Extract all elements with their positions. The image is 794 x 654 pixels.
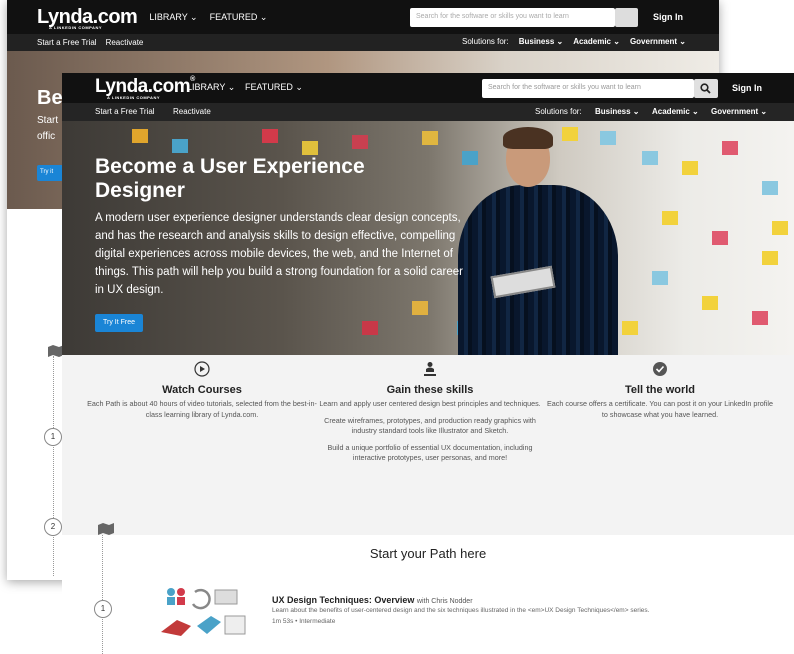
sticky-note — [622, 321, 638, 335]
feature-tell-the-world: Tell the world Each course offers a cert… — [545, 361, 775, 420]
search-button[interactable] — [694, 79, 718, 98]
back-hero-line: Start — [37, 115, 59, 126]
sticky-note — [702, 296, 718, 310]
back-hero-text: Start offic — [37, 113, 58, 145]
sticky-note — [772, 221, 788, 235]
sticky-note — [662, 211, 678, 225]
path-title: Start your Path here — [369, 546, 487, 561]
stage: Lynda.com A LINKEDIN COMPANY LIBRARY ⌄ F… — [0, 0, 794, 654]
back-nav-featured[interactable]: FEATURED ⌄ — [210, 12, 268, 23]
back-free-trial-link[interactable]: Start a Free Trial — [37, 38, 97, 47]
back-search-input[interactable]: Search for the software or skills you wa… — [410, 8, 615, 27]
sticky-note — [722, 141, 738, 155]
designer-photo-hair — [503, 127, 553, 149]
sign-in-link[interactable]: Sign In — [732, 83, 762, 93]
back-navbar: Lynda.com A LINKEDIN COMPANY LIBRARY ⌄ F… — [7, 0, 719, 34]
government-menu[interactable]: Government ⌄ — [711, 107, 767, 116]
course-thumbnail[interactable] — [157, 582, 252, 638]
back-nav-library[interactable]: LIBRARY ⌄ — [149, 12, 197, 23]
back-business-menu[interactable]: Business ⌄ — [519, 37, 564, 46]
back-academic-menu[interactable]: Academic ⌄ — [573, 37, 620, 46]
free-trial-link[interactable]: Start a Free Trial — [95, 107, 155, 116]
feature-text: Each course offers a certificate. You ca… — [546, 399, 773, 419]
back-step-2[interactable]: 2 — [44, 518, 62, 536]
sticky-note — [762, 251, 778, 265]
back-main-nav: LIBRARY ⌄ FEATURED ⌄ — [149, 12, 267, 23]
foreground-page-screenshot: Lynda.com® A LINKEDIN COMPANY LIBRARY ⌄ … — [62, 73, 794, 654]
back-solutions-nav: Solutions for: Business ⌄ Academic ⌄ Gov… — [462, 37, 686, 46]
reactivate-link[interactable]: Reactivate — [173, 107, 211, 116]
hero-banner: Become a User Experience Designer A mode… — [62, 121, 794, 355]
course-description: Learn about the benefits of user-centere… — [272, 607, 650, 614]
sticky-note — [562, 127, 578, 141]
hero-description: A modern user experience designer unders… — [95, 212, 464, 296]
logo-text: Lynda.com — [95, 76, 191, 97]
sticky-note — [652, 271, 668, 285]
sticky-note — [762, 181, 778, 195]
back-reactivate-link[interactable]: Reactivate — [106, 38, 144, 47]
feature-title: Watch Courses — [162, 384, 242, 396]
sticky-note — [642, 151, 658, 165]
path-step-1[interactable]: 1 — [94, 600, 112, 618]
business-menu[interactable]: Business ⌄ — [595, 107, 640, 116]
back-sign-in-link[interactable]: Sign In — [653, 12, 683, 22]
back-search-button[interactable] — [615, 8, 638, 27]
back-government-menu[interactable]: Government ⌄ — [630, 37, 686, 46]
back-solutions-label: Solutions for: — [462, 37, 509, 46]
sticky-note — [352, 135, 368, 149]
feature-text: Create wireframes, prototypes, and produ… — [324, 415, 536, 436]
sticky-note — [752, 311, 768, 325]
sticky-note — [682, 161, 698, 175]
sticky-note — [362, 321, 378, 335]
sticky-note — [262, 129, 278, 143]
feature-gain-skills: Gain these skills Learn and apply user c… — [315, 361, 545, 464]
back-hero-title: Be — [37, 87, 63, 109]
feature-watch-courses: Watch Courses Each Path is about 40 hour… — [87, 361, 317, 420]
navbar: Lynda.com® A LINKEDIN COMPANY LIBRARY ⌄ … — [62, 73, 794, 103]
sticky-note — [172, 139, 188, 153]
logo-tagline: A LINKEDIN COMPANY — [107, 95, 160, 100]
back-logo[interactable]: Lynda.com A LINKEDIN COMPANY — [37, 6, 138, 30]
sticky-note — [302, 141, 318, 155]
feature-title: Gain these skills — [386, 384, 474, 396]
features-section: Watch Courses Each Path is about 40 hour… — [62, 355, 794, 535]
nav-library-menu[interactable]: LIBRARY ⌄ — [187, 82, 235, 93]
sticky-note — [600, 131, 616, 145]
sticky-note — [462, 151, 478, 165]
map-icon — [98, 523, 114, 535]
sticky-note — [412, 301, 428, 315]
back-try-button[interactable]: Try it — [37, 165, 63, 181]
sticky-note — [422, 131, 438, 145]
lynda-logo[interactable]: Lynda.com® A LINKEDIN COMPANY — [95, 76, 195, 100]
hero-title: Become a User Experience Designer — [95, 155, 365, 202]
course-title[interactable]: UX Design Techniques: Overview with Chri… — [272, 595, 473, 605]
back-logo-tagline: A LINKEDIN COMPANY — [49, 24, 102, 30]
course-title-text: UX Design Techniques: Overview — [272, 595, 415, 605]
back-hero-line: offic — [37, 131, 56, 142]
course-meta: 1m 53s • Intermediate — [272, 618, 336, 625]
back-path-line — [53, 356, 54, 576]
play-icon — [194, 361, 210, 377]
feature-text: Each Path is about 40 hours of video tut… — [87, 399, 317, 419]
feature-title: Tell the world — [624, 384, 696, 396]
sticky-note — [712, 231, 728, 245]
subbar: Start a Free Trial Reactivate Solutions … — [62, 103, 794, 121]
nav-featured-menu[interactable]: FEATURED ⌄ — [245, 82, 303, 93]
solutions-label: Solutions for: — [535, 107, 582, 116]
presenter-icon — [424, 362, 436, 376]
path-section: Start your Path here 1 UX Design Techniq… — [62, 523, 794, 654]
back-step-1[interactable]: 1 — [44, 428, 62, 446]
sticky-note — [132, 129, 148, 143]
try-it-free-button[interactable]: Try It Free — [95, 314, 143, 332]
feature-text: Build a unique portfolio of essential UX… — [327, 442, 533, 463]
search-input[interactable]: Search for the software or skills you wa… — [482, 79, 694, 98]
back-subbar: Start a Free Trial Reactivate Solutions … — [7, 34, 719, 51]
search-icon — [700, 83, 711, 94]
feature-text: Learn and apply user centered design bes… — [319, 399, 541, 408]
certificate-icon — [653, 362, 667, 376]
course-author: with Chris Nodder — [416, 598, 473, 605]
academic-menu[interactable]: Academic ⌄ — [652, 107, 699, 116]
